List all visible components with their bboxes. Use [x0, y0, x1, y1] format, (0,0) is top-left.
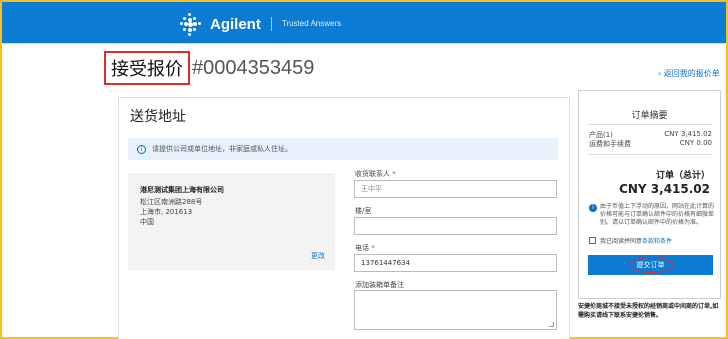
address-street: 松江区南洲路288号 [140, 198, 203, 206]
header-divider [2, 43, 726, 44]
resize-handle-icon[interactable] [549, 322, 554, 327]
contact-label: 收货联系人 * [355, 170, 396, 178]
shipping-title: 送货地址 [130, 109, 186, 125]
address-city-zip: 上海市, 201613 [140, 208, 193, 216]
spark-logo-icon [178, 12, 202, 36]
terms-checkbox[interactable] [589, 237, 596, 244]
brand-name: Agilent [210, 15, 261, 33]
submit-order-button[interactable]: 提交订单 [588, 255, 713, 275]
summary-divider [588, 154, 712, 155]
address-info-text: 请提供公司或单位地址，非家庭或私人住址。 [152, 145, 292, 153]
terms-link[interactable]: 条款和条件 [642, 236, 672, 245]
shipping-fee-value: CNY 0.00 [679, 139, 712, 147]
price-notice-text: 由于币值上下浮动的原因，网站在此计算的价格可能与订单确认邮件中的价格有细微差别。… [600, 203, 715, 226]
packing-note-textarea[interactable] [354, 290, 557, 330]
phone-label: 电话 * [355, 244, 375, 252]
order-summary-panel: 订单摘要 产品(1) CNY 3,415.02 运费和手续费 CNY 0.00 … [578, 90, 721, 299]
summary-title: 订单摘要 [631, 111, 668, 121]
back-to-quotes-link[interactable]: ‹ 返回我的报价单 [658, 68, 720, 79]
agilent-logo[interactable]: Agilent Trusted Answers [178, 12, 341, 36]
phone-input[interactable]: 13761447634 [354, 254, 557, 272]
page-title: 接受报价 [104, 51, 190, 85]
address-card: 港尼测试集团上海有限公司 松江区南洲路288号 上海市, 201613 中国 更… [128, 173, 335, 270]
building-label: 楼/室 [355, 207, 372, 215]
info-icon: i [137, 144, 146, 154]
total-value: CNY 3,415.02 [619, 182, 710, 196]
building-input[interactable] [354, 217, 557, 235]
order-number: #0004353459 [192, 56, 315, 79]
packing-note-label: 添加装箱单备注 [355, 281, 404, 289]
summary-divider [588, 124, 712, 125]
brand-tagline: Trusted Answers [270, 17, 341, 31]
terms-text: 我已阅读并同意 [600, 238, 643, 245]
change-address-link[interactable]: 更改 [311, 251, 325, 261]
terms-row: 我已阅读并同意 条款和条件 [589, 236, 672, 245]
shipping-fee-label: 运费和手续费 [589, 140, 631, 148]
total-label: 订单（总计） [655, 171, 710, 181]
info-icon: i [589, 204, 597, 212]
address-country: 中国 [140, 218, 154, 226]
site-header: Agilent Trusted Answers [2, 2, 726, 43]
shipping-fee-row: 运费和手续费 CNY 0.00 [589, 139, 712, 149]
submit-order-label: 提交订单 [636, 261, 665, 269]
price-notice: i 由于币值上下浮动的原因，网站在此计算的价格可能与订单确认邮件中的价格有细微差… [589, 203, 715, 227]
address-info-banner: i 请提供公司或单位地址，非家庭或私人住址。 [128, 138, 558, 160]
address-company: 港尼测试集团上海有限公司 [140, 186, 224, 194]
dealer-disclaimer: 安捷伦商城不接受未授权的经销商或中间商的订单,如需购买请线下联系安捷伦销售。 [578, 303, 719, 319]
page-title-row: 接受报价 #0004353459 [104, 51, 314, 85]
contact-input[interactable]: 王中平 [354, 180, 557, 198]
